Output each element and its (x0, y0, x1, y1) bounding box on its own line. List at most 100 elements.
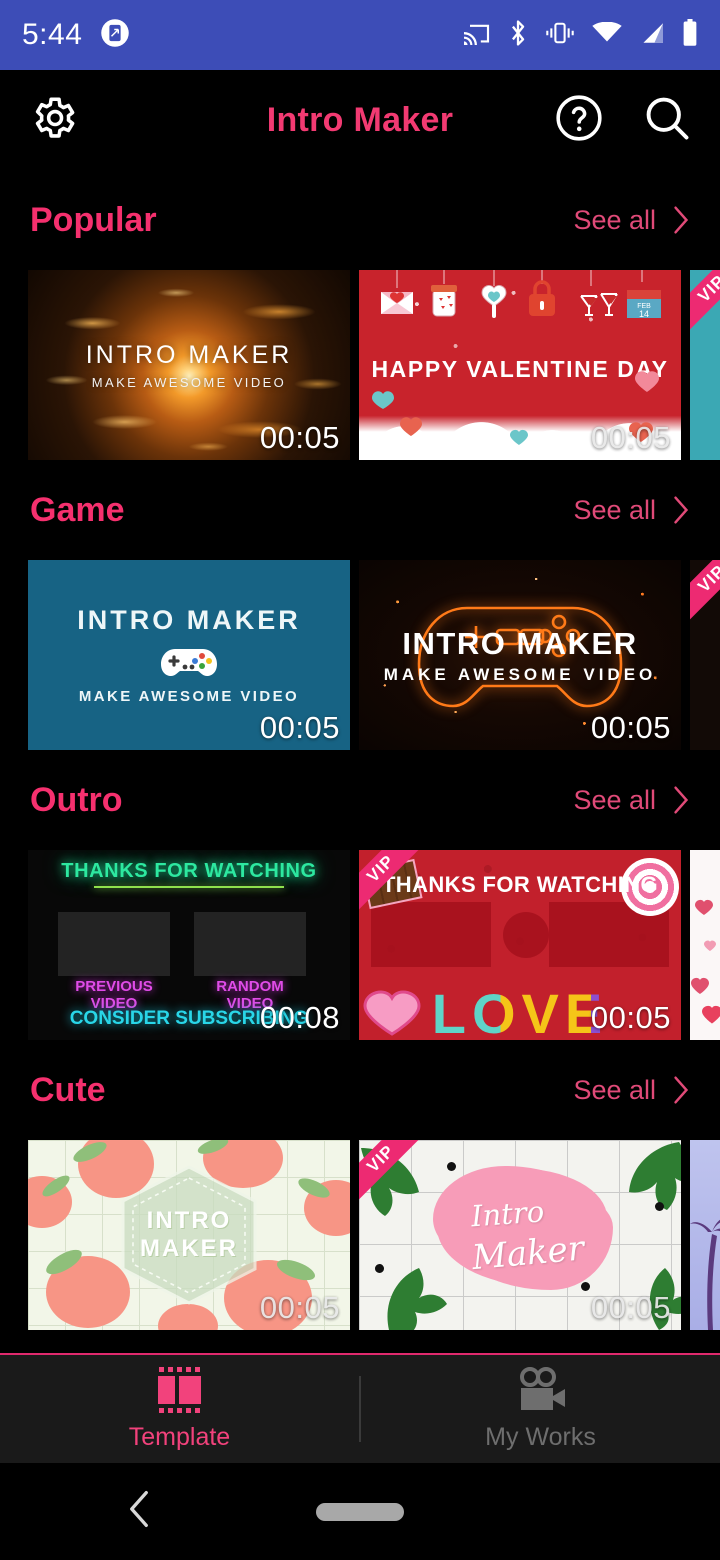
screenshot-icon (100, 18, 130, 53)
duration-badge: 00:05 (259, 1290, 340, 1325)
duration-badge: 00:08 (259, 1000, 340, 1035)
chevron-right-icon (674, 1076, 689, 1104)
duration-badge: 00:05 (590, 420, 671, 455)
card-row-game[interactable]: INTRO MAKER MAKE AWESOME VIDEO 00:05 INT… (0, 560, 720, 750)
template-card[interactable]: FEB 14 HAPPY VALENTINE DAY 00:05 (359, 270, 681, 460)
tab-my-works[interactable]: My Works (361, 1355, 720, 1463)
palm-tree-decor (690, 1219, 720, 1330)
heart-decor (691, 899, 720, 1024)
see-all-label: See all (573, 784, 656, 815)
section-outro: Outro See all THANKS FOR WATCHING PREVIO… (0, 750, 720, 1040)
card-line-1: THANKS FOR WATCHING (61, 860, 317, 882)
card-line-2: Maker (470, 1228, 586, 1279)
template-card[interactable]: VIP (690, 560, 720, 750)
avatar-placeholder (503, 912, 549, 958)
section-title: Outro (30, 780, 123, 819)
video-placeholder (194, 912, 306, 976)
card-line-1: INTRO MAKER (85, 340, 293, 369)
see-all-game[interactable]: See all (573, 495, 690, 526)
chevron-right-icon (674, 786, 689, 814)
underline-decor (94, 886, 284, 888)
chevron-left-icon[interactable] (126, 1489, 152, 1534)
tab-template[interactable]: Template (0, 1355, 359, 1463)
section-title: Game (30, 490, 125, 529)
video-placeholder (58, 912, 170, 976)
card-line-1: INTRO MAKER (402, 625, 638, 661)
see-all-outro[interactable]: See all (573, 785, 690, 816)
template-list[interactable]: Popular See all INTRO MAKER MAKE AWESOME… (0, 170, 720, 1353)
duration-badge: 00:05 (590, 1290, 671, 1325)
android-navigation-bar (0, 1463, 720, 1560)
template-card[interactable]: INTRO MAKER 00:05 (28, 1140, 350, 1330)
section-cute: Cute See all INTRO MAKER 00:05 Intro Mak… (0, 1040, 720, 1330)
card-row-popular[interactable]: INTRO MAKER MAKE AWESOME VIDEO 00:05 FEB… (0, 270, 720, 460)
vip-badge: VIP (690, 270, 720, 333)
film-strip-icon (157, 1367, 201, 1413)
section-game: Game See all INTRO MAKER MAKE AWESOME VI… (0, 460, 720, 750)
card-line-1: THANKS FOR WATCHING (381, 872, 659, 897)
see-all-label: See all (573, 1074, 656, 1105)
wifi-icon (592, 21, 622, 49)
tab-template-label: Template (128, 1423, 231, 1451)
status-bar-clock: 5:44 (22, 18, 83, 51)
duration-badge: 00:05 (259, 710, 340, 745)
card-line-1: INTRO MAKER (77, 605, 301, 635)
bluetooth-icon (508, 19, 528, 52)
video-camera-icon (519, 1367, 565, 1410)
duration-badge: 00:05 (590, 710, 671, 745)
search-icon (641, 92, 693, 149)
template-card[interactable] (690, 850, 720, 1040)
section-popular: Popular See all INTRO MAKER MAKE AWESOME… (0, 170, 720, 460)
card-line-2: MAKE AWESOME VIDEO (383, 664, 657, 684)
status-bar-icons (461, 18, 698, 52)
section-title: Popular (30, 200, 157, 239)
card-text: INTRO MAKER (114, 1164, 264, 1306)
template-card[interactable]: THANKS FOR WATCHING LOVE VIP 00:05 (359, 850, 681, 1040)
card-line-2: MAKER (140, 1235, 238, 1262)
search-button[interactable] (640, 93, 694, 147)
chevron-right-icon (674, 496, 689, 524)
duration-badge: 00:05 (590, 1000, 671, 1035)
see-all-cute[interactable]: See all (573, 1075, 690, 1106)
template-card[interactable]: THANKS FOR WATCHING PREVIOUS VIDEO RANDO… (28, 850, 350, 1040)
section-header: Game See all (0, 460, 720, 560)
card-line-1: INTRO (146, 1207, 232, 1235)
duration-badge: 00:05 (259, 420, 340, 455)
see-all-label: See all (573, 204, 656, 235)
app-bar: Intro Maker (0, 70, 720, 170)
card-line-2: MAKE AWESOME VIDEO (78, 688, 300, 705)
help-button[interactable] (552, 93, 606, 147)
template-card[interactable] (690, 1140, 720, 1330)
card-row-outro[interactable]: THANKS FOR WATCHING PREVIOUS VIDEO RANDO… (0, 850, 720, 1040)
bottom-navigation: Template My Works (0, 1353, 720, 1463)
home-pill-icon[interactable] (316, 1502, 404, 1521)
section-header: Cute See all (0, 1040, 720, 1140)
tab-my-works-label: My Works (485, 1423, 596, 1451)
see-all-popular[interactable]: See all (573, 205, 690, 236)
card-row-cute[interactable]: INTRO MAKER 00:05 Intro Maker VIP 00:05 (0, 1140, 720, 1330)
template-card[interactable]: VIP (690, 270, 720, 460)
template-card[interactable]: Intro Maker VIP 00:05 (359, 1140, 681, 1330)
see-all-label: See all (573, 494, 656, 525)
battery-icon (682, 18, 698, 52)
settings-button[interactable] (26, 93, 80, 147)
template-card[interactable]: INTRO MAKER MAKE AWESOME VIDEO 00:05 (28, 560, 350, 750)
template-card[interactable]: INTRO MAKER MAKE AWESOME VIDEO 00:05 (28, 270, 350, 460)
status-bar: 5:44 (0, 0, 720, 70)
chevron-right-icon (674, 206, 689, 234)
template-card[interactable]: INTRO MAKER MAKE AWESOME VIDEO 00:05 (359, 560, 681, 750)
heart-icon (363, 990, 421, 1036)
app-bar-actions (552, 93, 694, 147)
gamepad-icon (161, 649, 217, 676)
cellular-signal-icon (639, 22, 665, 49)
question-circle-icon (554, 93, 604, 148)
video-placeholder (371, 902, 491, 967)
card-line-2: MAKE AWESOME VIDEO (91, 374, 287, 390)
gear-icon (28, 93, 78, 148)
vibrate-icon (545, 21, 575, 50)
section-title: Cute (30, 1070, 106, 1109)
vip-badge: VIP (690, 560, 720, 623)
card-line-2: PREVIOUS VIDEO (75, 978, 153, 1012)
section-header: Outro See all (0, 750, 720, 850)
cast-icon (461, 21, 491, 50)
